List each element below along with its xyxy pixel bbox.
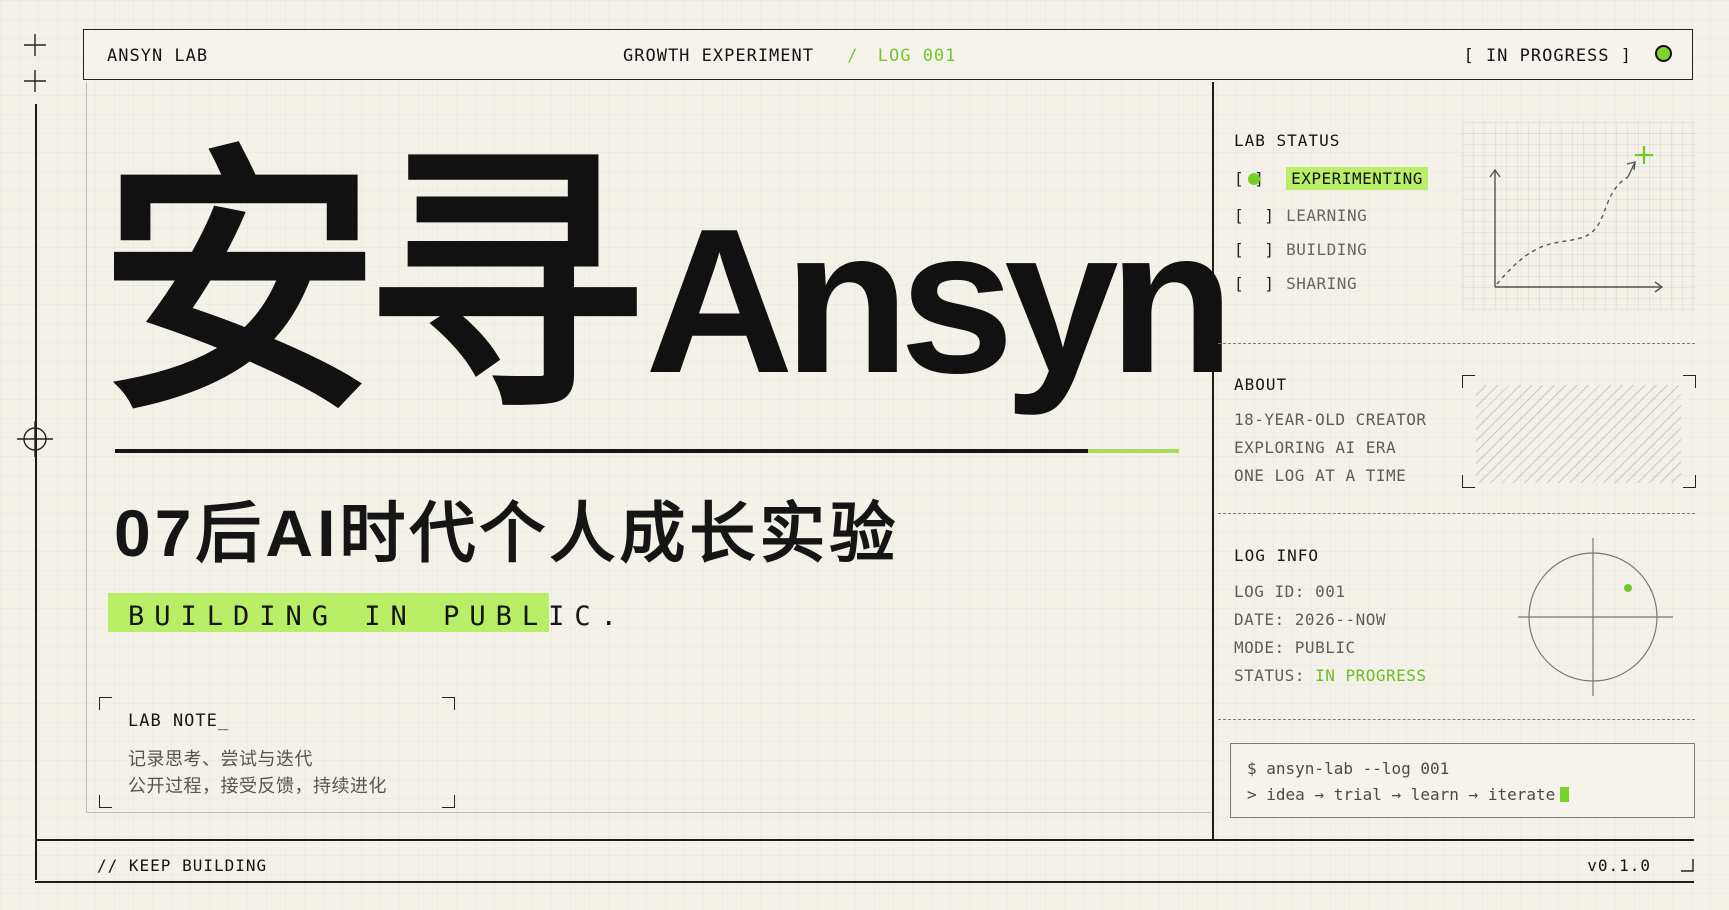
section-divider xyxy=(1218,719,1695,720)
plus-crosshair-icon xyxy=(24,34,46,56)
status-row: STATUS: IN PROGRESS xyxy=(1234,666,1427,685)
footer-slogan: // KEEP BUILDING xyxy=(97,856,268,875)
hero-bottom-guide xyxy=(86,812,1211,813)
corner-mark-icon xyxy=(1683,375,1696,388)
terminal-box: $ ansyn-lab --log 001 > idea → trial → l… xyxy=(1230,743,1695,818)
status-item-building: [ ] BUILDING xyxy=(1234,240,1367,259)
checkbox-bracket-icon: [ ] xyxy=(1234,169,1276,188)
checkbox-bracket-icon: [ ] xyxy=(1234,206,1275,225)
corner-mark-icon xyxy=(99,697,112,710)
about-title: ABOUT xyxy=(1234,375,1288,394)
status-item-experimenting: [ ] EXPERIMENTING xyxy=(1234,167,1428,190)
about-line-3: ONE LOG AT A TIME xyxy=(1234,466,1407,485)
lab-note-line-2: 公开过程，接受反馈，持续进化 xyxy=(128,776,387,797)
chinese-name-title: 安寻 xyxy=(99,123,645,449)
top-bar: ANSYN LAB GROWTH EXPERIMENT / LOG 001 [ … xyxy=(83,29,1693,80)
terminal-flow-text: > idea → trial → learn → iterate xyxy=(1247,785,1556,804)
log-number: LOG 001 xyxy=(877,46,957,66)
hero-divider-line xyxy=(115,449,1088,453)
checkbox-bracket-icon: [ ] xyxy=(1234,274,1275,293)
section-divider xyxy=(1218,513,1695,514)
lab-name: ANSYN LAB xyxy=(107,46,209,66)
green-dot-icon xyxy=(1655,45,1672,62)
experiment-label: GROWTH EXPERIMENT / LOG 001 xyxy=(623,46,956,66)
date-value: 2026--NOW xyxy=(1294,610,1386,629)
mode-value: PUBLIC xyxy=(1294,638,1356,657)
status-item-sharing: [ ] SHARING xyxy=(1234,274,1357,293)
status-label-building: BUILDING xyxy=(1286,240,1368,259)
lab-status-title: LAB STATUS xyxy=(1234,131,1341,150)
lab-note-line-1: 记录思考、尝试与迭代 xyxy=(128,749,313,770)
status-label-sharing: SHARING xyxy=(1286,274,1358,293)
ansyn-lab-banner: ANSYN LAB GROWTH EXPERIMENT / LOG 001 [ … xyxy=(0,0,1729,910)
chart-grid-background xyxy=(1462,122,1695,310)
separator-text: / xyxy=(847,46,859,66)
corner-mark-icon xyxy=(1462,375,1475,388)
left-frame-line xyxy=(35,104,37,880)
checkbox-bracket-icon: [ ] xyxy=(1234,240,1275,259)
version-label: v0.1.0 xyxy=(1587,856,1651,875)
log-id-label: LOG ID: xyxy=(1234,582,1316,601)
hatch-pattern-icon xyxy=(1476,385,1681,483)
terminal-cursor-icon xyxy=(1560,787,1570,802)
corner-mark-icon xyxy=(1681,859,1694,872)
terminal-flow: > idea → trial → learn → iterate xyxy=(1247,785,1570,804)
status-label: STATUS: xyxy=(1234,666,1316,685)
progress-status: [ IN PROGRESS ] xyxy=(1463,46,1632,66)
chinese-subtitle: 07后AI时代个人成长实验 xyxy=(114,496,900,570)
status-label-experimenting: EXPERIMENTING xyxy=(1286,167,1428,190)
mode-row: MODE: PUBLIC xyxy=(1234,638,1356,657)
date-label: DATE: xyxy=(1234,610,1295,629)
log-info-title: LOG INFO xyxy=(1234,546,1320,565)
corner-mark-icon xyxy=(1462,475,1475,488)
corner-mark-icon xyxy=(99,795,112,808)
terminal-command: $ ansyn-lab --log 001 xyxy=(1247,759,1450,778)
section-divider xyxy=(1218,343,1695,344)
building-in-public-highlight: BUILDING IN PUBLIC. xyxy=(108,593,617,632)
latin-name-title: Ansyn xyxy=(645,186,1235,416)
mode-label: MODE: xyxy=(1234,638,1295,657)
lab-note-card: LAB NOTE_ 记录思考、尝试与迭代 公开过程，接受反馈，持续进化 xyxy=(99,697,455,808)
green-dot-icon xyxy=(1248,173,1260,185)
date-row: DATE: 2026--NOW xyxy=(1234,610,1386,629)
corner-mark-icon xyxy=(442,697,455,710)
corner-mark-icon xyxy=(1683,475,1696,488)
hero-left-guide xyxy=(86,82,87,812)
hero-accent-line xyxy=(1088,449,1179,453)
about-line-1: 18-YEAR-OLD CREATOR xyxy=(1234,410,1427,429)
main-bottom-line xyxy=(35,839,1694,841)
log-id-value: 001 xyxy=(1315,582,1346,601)
bottom-frame-line xyxy=(35,881,1694,883)
growth-experiment-text: GROWTH EXPERIMENT xyxy=(623,46,814,66)
plus-crosshair-icon xyxy=(24,70,46,92)
about-line-2: EXPLORING AI ERA xyxy=(1234,438,1397,457)
lab-note-title: LAB NOTE_ xyxy=(128,711,230,731)
status-item-learning: [ ] LEARNING xyxy=(1234,206,1367,225)
status-label-learning: LEARNING xyxy=(1286,206,1368,225)
log-id-row: LOG ID: 001 xyxy=(1234,582,1345,601)
status-value: IN PROGRESS xyxy=(1315,666,1427,685)
corner-mark-icon xyxy=(442,795,455,808)
